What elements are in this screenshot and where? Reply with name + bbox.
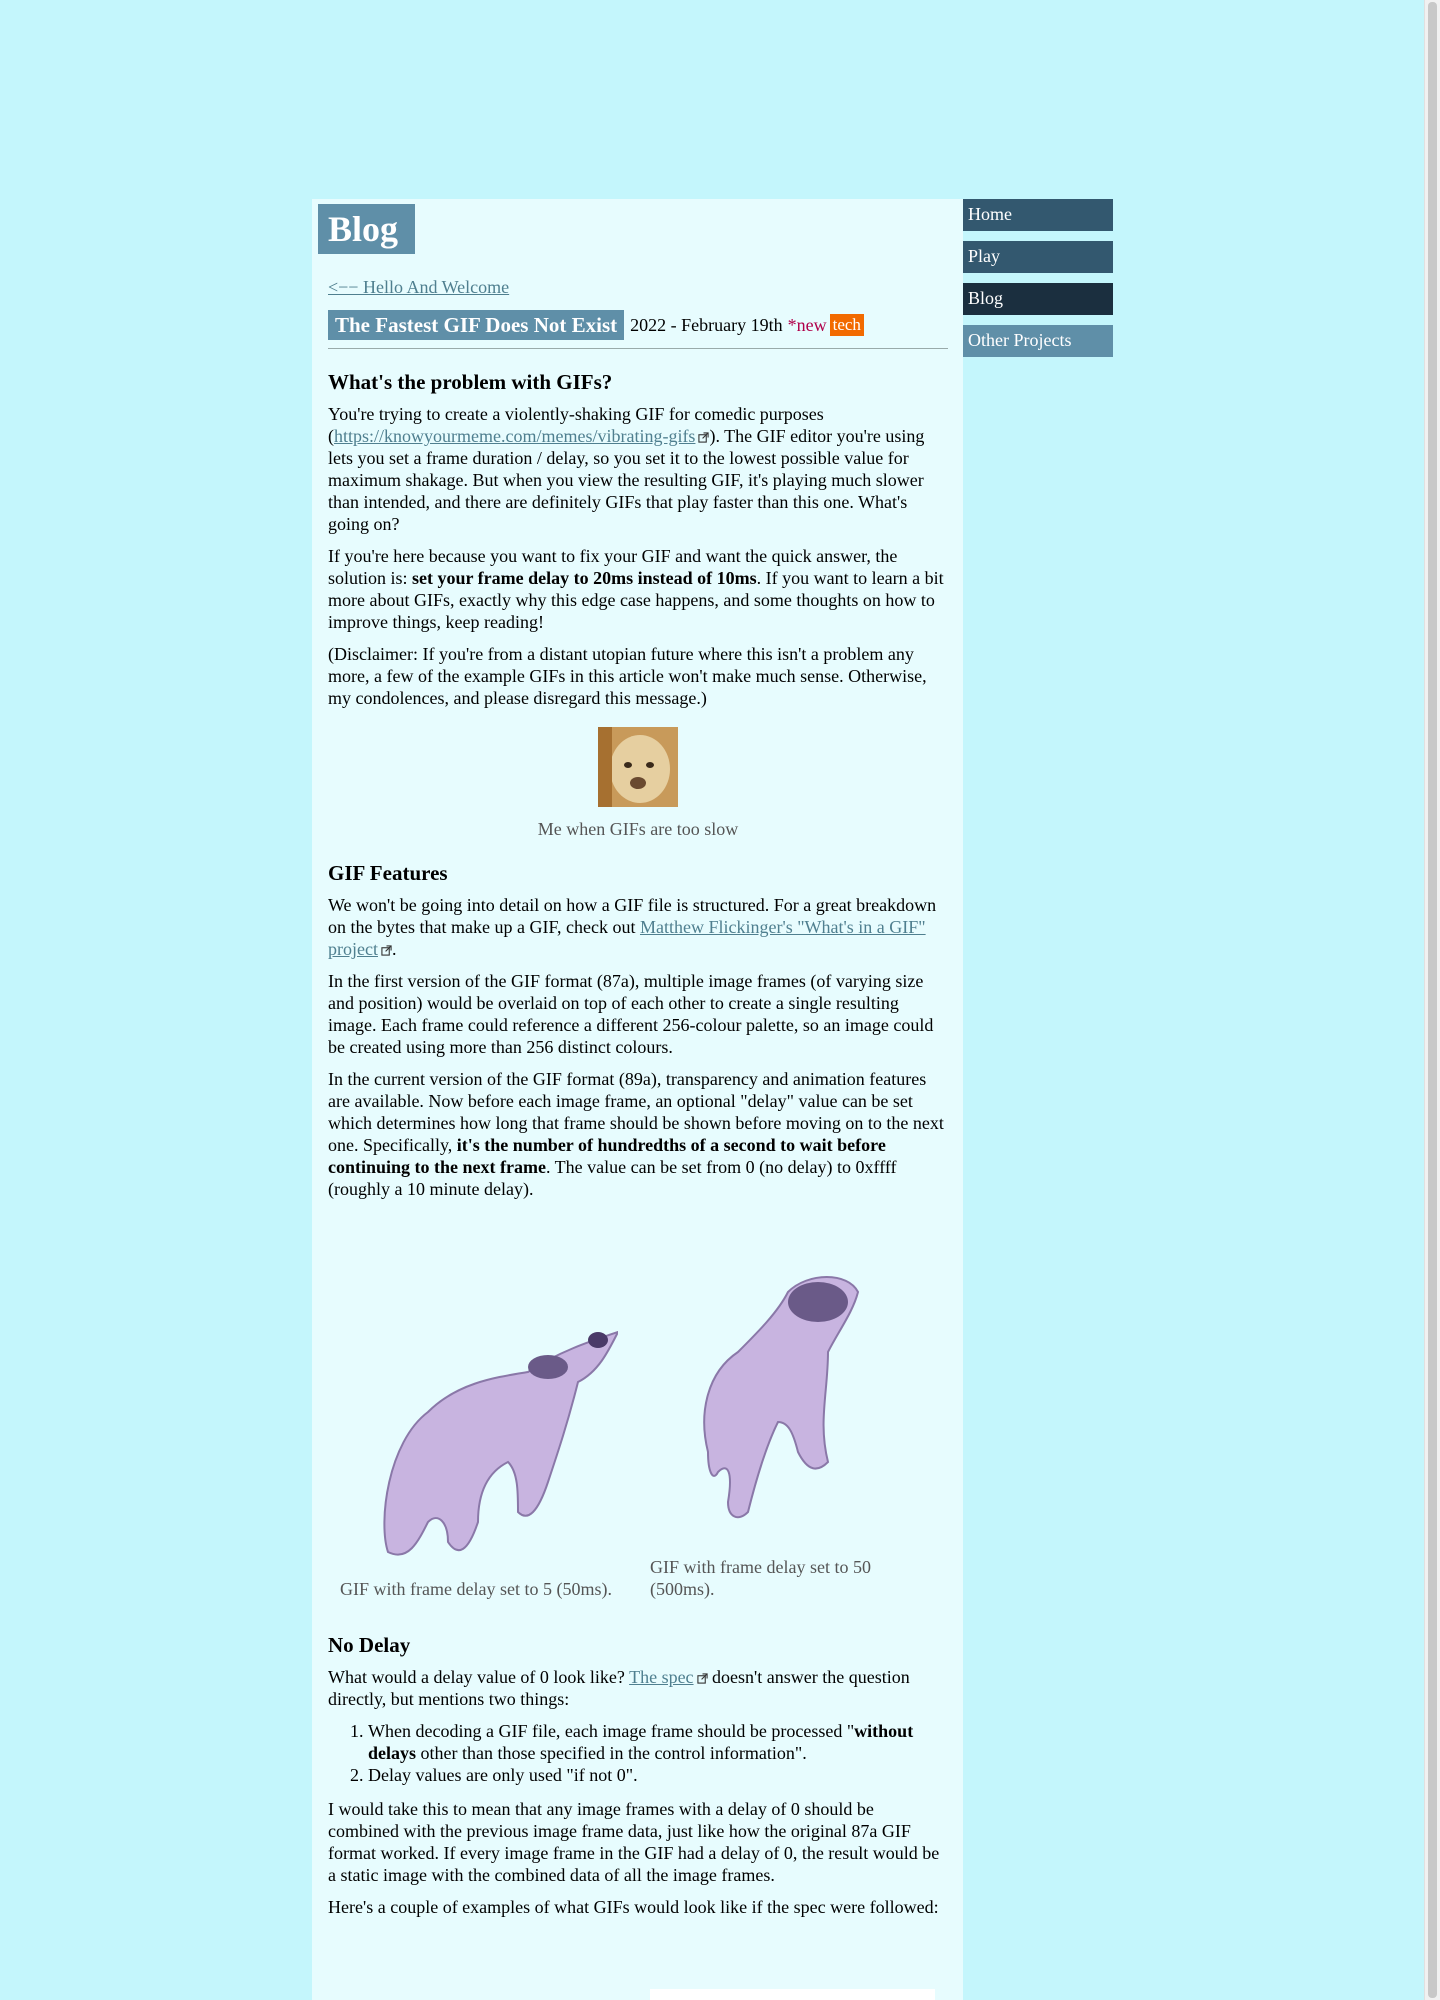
site-nav: Home Play Blog Other Projects bbox=[963, 199, 1113, 367]
tag-tech[interactable]: tech bbox=[829, 314, 864, 336]
spec-link[interactable]: The spec bbox=[629, 1667, 708, 1687]
paragraph: If you're here because you want to fix y… bbox=[328, 545, 948, 633]
section-heading-gif-features: GIF Features bbox=[328, 861, 448, 885]
text: . bbox=[391, 939, 397, 959]
text: What would a delay value of 0 look like? bbox=[328, 1667, 630, 1687]
example-image-top bbox=[650, 1989, 935, 2000]
article: <−− Hello And Welcome The Fastest GIF Do… bbox=[328, 272, 948, 1928]
post-header: The Fastest GIF Does Not Exist 2022 - Fe… bbox=[328, 310, 948, 349]
list-item: When decoding a GIF file, each image fra… bbox=[368, 1720, 948, 1764]
dog-face-illustration bbox=[598, 727, 678, 807]
paragraph: In the current version of the GIF format… bbox=[328, 1068, 948, 1200]
page-title: Blog bbox=[318, 204, 415, 254]
paragraph: We won't be going into detail on how a G… bbox=[328, 894, 948, 960]
vibrating-gifs-link[interactable]: https://knowyourmeme.com/memes/vibrating… bbox=[334, 426, 710, 446]
paragraph: I would take this to mean that any image… bbox=[328, 1799, 940, 1885]
gif-caption-fast: GIF with frame delay set to 5 (50ms). bbox=[340, 1579, 612, 1599]
text: When decoding a GIF file, each image fra… bbox=[368, 1721, 855, 1741]
dog-image bbox=[598, 727, 678, 807]
scrollbar-thumb[interactable] bbox=[1428, 2, 1437, 1998]
link-text: https://knowyourmeme.com/memes/vibrating… bbox=[334, 426, 696, 446]
list-item: Delay values are only used "if not 0". bbox=[368, 1764, 948, 1786]
bold-text: set your frame delay to 20ms instead of … bbox=[412, 568, 757, 588]
paragraph: You're trying to create a violently-shak… bbox=[328, 403, 948, 535]
section-heading-no-delay: No Delay bbox=[328, 1633, 411, 1657]
paragraph: In the first version of the GIF format (… bbox=[328, 971, 934, 1057]
previous-post-link[interactable]: <−− Hello And Welcome bbox=[328, 276, 948, 298]
shaking-dog-gif-slow bbox=[703, 1276, 860, 1519]
text: other than those specified in the contro… bbox=[416, 1743, 807, 1763]
shaking-dog-gif-fast bbox=[383, 1330, 618, 1556]
external-link-icon bbox=[698, 432, 710, 443]
new-badge: *new bbox=[787, 315, 827, 335]
link-text: The spec bbox=[629, 1667, 694, 1687]
section-heading-problem: What's the problem with GIFs? bbox=[328, 370, 613, 394]
figure-dog: Me when GIFs are too slow bbox=[328, 727, 948, 840]
post-date: 2022 - February 19th bbox=[630, 315, 783, 335]
paragraph: What would a delay value of 0 look like?… bbox=[328, 1666, 948, 1710]
gif-caption-slow: GIF with frame delay set to 50 (500ms). bbox=[650, 1557, 871, 1599]
page-scrollbar[interactable] bbox=[1424, 0, 1440, 2000]
external-link-icon bbox=[696, 1673, 708, 1684]
external-link-icon bbox=[381, 945, 392, 956]
spec-list: When decoding a GIF file, each image fra… bbox=[328, 1720, 948, 1786]
paragraph: Here's a couple of examples of what GIFs… bbox=[328, 1897, 939, 1917]
gif-comparison: GIF with frame delay set to 5 (50ms). GI… bbox=[328, 1212, 948, 1612]
post-title: The Fastest GIF Does Not Exist bbox=[328, 310, 625, 340]
nav-item-home[interactable]: Home bbox=[963, 199, 1113, 231]
figure-caption: Me when GIFs are too slow bbox=[537, 819, 739, 839]
disclaimer-paragraph: (Disclaimer: If you're from a distant ut… bbox=[328, 644, 927, 708]
nav-item-other-projects[interactable]: Other Projects bbox=[963, 325, 1113, 357]
nav-item-play[interactable]: Play bbox=[963, 241, 1113, 273]
nav-item-blog[interactable]: Blog bbox=[963, 283, 1113, 315]
